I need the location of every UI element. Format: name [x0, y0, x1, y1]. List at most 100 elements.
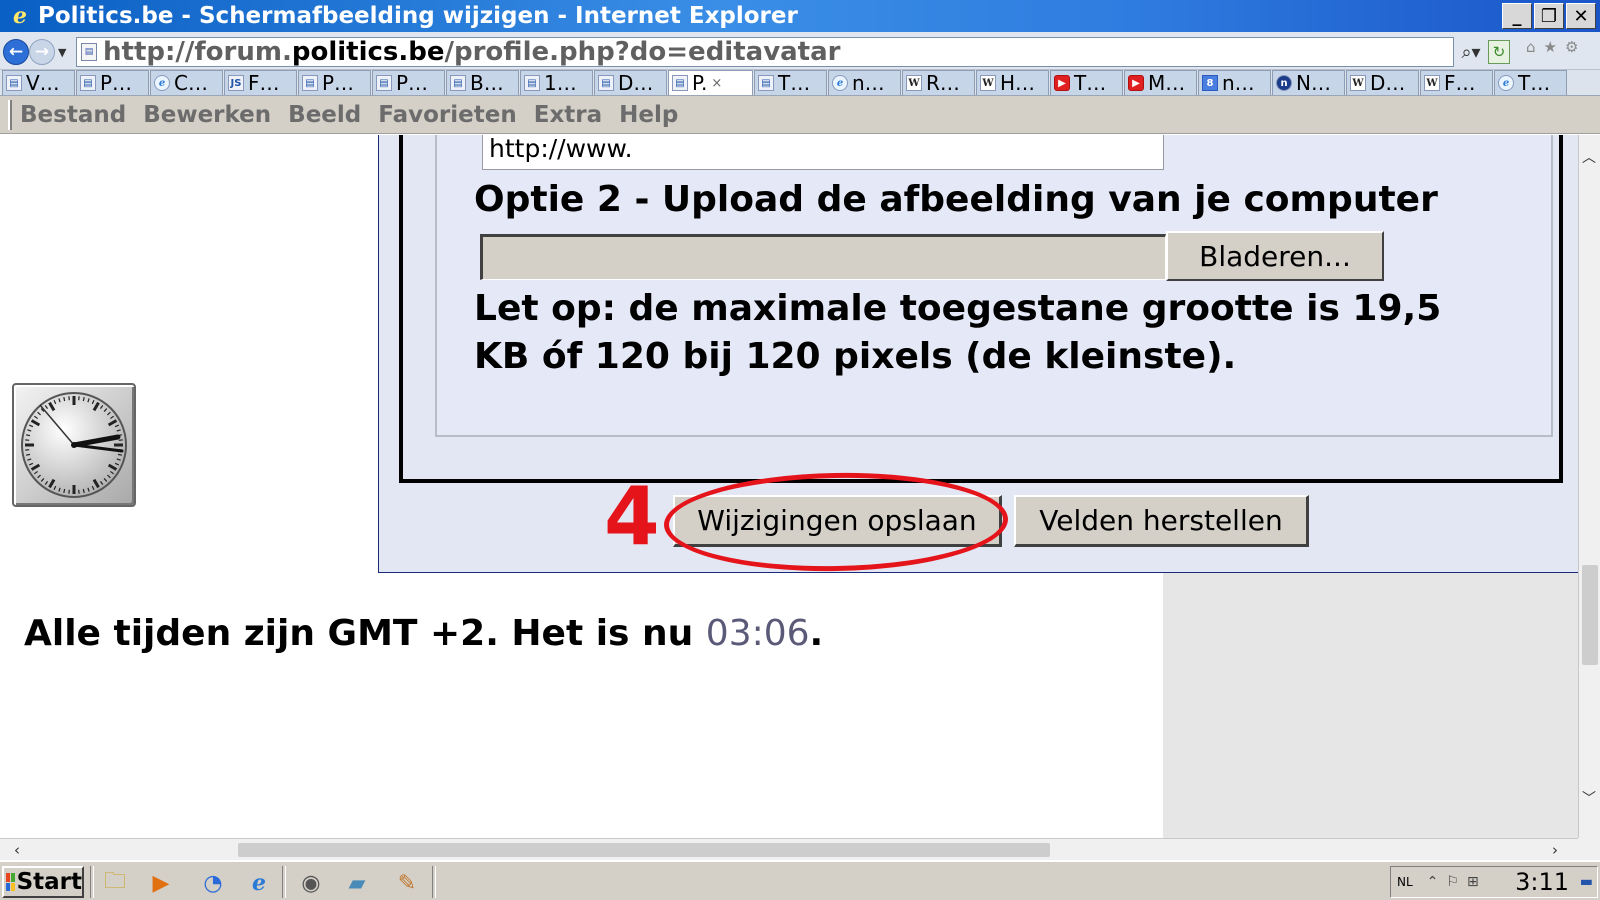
flag-icon[interactable]: ⚐ [1446, 874, 1459, 890]
taskbar-clock[interactable]: 3:11 [1515, 868, 1569, 896]
page-icon: ▤ [672, 75, 688, 91]
tab-label: P… [100, 71, 133, 95]
page-icon: ▤ [758, 75, 774, 91]
tab-17[interactable]: n N… [1272, 70, 1345, 95]
refresh-icon: ↻ [1492, 43, 1506, 61]
back-button[interactable]: ← [3, 39, 29, 65]
tab-11[interactable]: e n… [828, 70, 901, 95]
paint-icon[interactable]: ✎ [392, 868, 422, 898]
tab-5[interactable]: ▤ P… [372, 70, 445, 95]
language-indicator[interactable]: NL [1397, 875, 1413, 889]
timezone-period: . [809, 613, 824, 654]
scroll-down-icon[interactable]: ﹀ [1582, 788, 1596, 808]
minimize-button[interactable]: _ [1502, 3, 1532, 29]
tab-2[interactable]: e C… [150, 70, 223, 95]
tab-12[interactable]: W R… [902, 70, 975, 95]
reset-fields-button[interactable]: Velden herstellen [1014, 495, 1309, 547]
wikipedia-icon: W [980, 75, 996, 91]
tab-16[interactable]: 8 n… [1198, 70, 1271, 95]
tab-19[interactable]: W F… [1420, 70, 1493, 95]
tab-10[interactable]: ▤ T… [754, 70, 827, 95]
clock-tick [82, 396, 85, 402]
menu-bestand[interactable]: Bestand [20, 102, 126, 128]
folder-icon[interactable]: 🗀 [100, 868, 130, 898]
network-icon[interactable]: ◔ [198, 868, 228, 898]
option-2-heading: Optie 2 - Upload de afbeelding van je co… [474, 179, 1438, 220]
webcam-icon[interactable]: ◉ [296, 868, 326, 898]
network-tray-icon[interactable]: ⊞ [1467, 874, 1479, 890]
menu-favorieten[interactable]: Favorieten [378, 102, 516, 128]
start-button[interactable]: Start [2, 866, 84, 898]
taskbar-separator [282, 866, 286, 898]
clock-tick [25, 434, 31, 437]
forward-button[interactable]: → [29, 39, 55, 65]
tab-18[interactable]: W D… [1346, 70, 1419, 95]
vertical-scroll-thumb[interactable] [1582, 565, 1598, 665]
tab-20[interactable]: e T… [1494, 70, 1567, 95]
arrow-right-icon: → [34, 42, 50, 62]
tab-6[interactable]: ▤ B… [446, 70, 519, 95]
window-app-icon[interactable]: ▰ [342, 868, 372, 898]
restore-button[interactable]: ❐ [1534, 3, 1564, 29]
home-icon[interactable]: ⌂ [1526, 38, 1536, 56]
browse-button[interactable]: Bladeren... [1166, 231, 1384, 281]
tab-3[interactable]: JS F… [224, 70, 297, 95]
tab-label: M… [1148, 71, 1186, 95]
tab-13[interactable]: W H… [976, 70, 1049, 95]
close-tab-icon[interactable]: × [711, 76, 722, 91]
tab-label: N… [1296, 71, 1331, 95]
scroll-right-icon[interactable]: › [1552, 841, 1558, 859]
url-field[interactable]: ▤ http://forum. politics.be/profile.php?d… [76, 37, 1454, 67]
tab-1[interactable]: ▤ P… [76, 70, 149, 95]
gear-icon[interactable]: ⚙ [1565, 38, 1578, 56]
show-desktop-icon[interactable]: ▬ [1580, 874, 1593, 890]
arrow-left-icon: ← [8, 42, 24, 62]
search-dropdown-icon[interactable]: ⌕▾ [1458, 37, 1484, 67]
taskbar-separator [432, 866, 436, 898]
scroll-left-icon[interactable]: ‹ [14, 841, 20, 859]
tab-label: T… [1074, 71, 1107, 95]
address-bar: ← → ▼ ▤ http://forum. politics.be/profile… [0, 32, 1600, 70]
horizontal-scroll-thumb[interactable] [238, 843, 1050, 857]
right-column-background [1163, 565, 1578, 838]
tab-label: P. [692, 71, 708, 95]
menu-beeld[interactable]: Beeld [288, 102, 361, 128]
clock-gadget[interactable] [12, 383, 136, 507]
internet-explorer-icon[interactable]: e [244, 868, 274, 898]
tab-8[interactable]: ▤ D… [594, 70, 667, 95]
vertical-scrollbar[interactable]: ︿ ﹀ [1578, 135, 1600, 838]
timezone-text: Alle tijden zijn GMT +2. Het is nu [24, 613, 706, 654]
menu-extra[interactable]: Extra [534, 102, 602, 128]
file-path-input[interactable] [480, 234, 1166, 280]
horizontal-scrollbar[interactable]: ‹ › [0, 838, 1578, 860]
chevron-up-icon[interactable]: ⌃ [1427, 874, 1439, 890]
tab-label: B… [470, 71, 504, 95]
tab-14[interactable]: ▶ T… [1050, 70, 1123, 95]
step-number-annotation: 4 [604, 470, 660, 563]
scroll-up-icon[interactable]: ︿ [1582, 147, 1596, 167]
tab-9[interactable]: ▤ P. × [668, 70, 753, 95]
page-icon: ▤ [376, 75, 392, 91]
clock-face-icon [21, 392, 127, 498]
close-button[interactable]: ✕ [1566, 3, 1596, 29]
avatar-url-input[interactable]: http://www. [482, 135, 1164, 170]
wikipedia-icon: W [906, 75, 922, 91]
history-dropdown-icon[interactable]: ▼ [58, 46, 66, 59]
tab-label: C… [174, 71, 208, 95]
media-player-icon[interactable]: ▶ [146, 868, 176, 898]
menu-bewerken[interactable]: Bewerken [143, 102, 271, 128]
page-icon: ▤ [524, 75, 540, 91]
tab-7[interactable]: ▤ 1… [520, 70, 593, 95]
page-content: http://www. Optie 2 - Upload de afbeeldi… [0, 135, 1578, 838]
favorites-star-icon[interactable]: ★ [1544, 38, 1557, 56]
url-domain: politics.be [291, 37, 445, 67]
n-icon: n [1276, 75, 1292, 91]
menu-help[interactable]: Help [619, 102, 678, 128]
tab-0[interactable]: ▤ V… [2, 70, 75, 95]
windows-logo-icon [6, 873, 15, 891]
tab-4[interactable]: ▤ P… [298, 70, 371, 95]
compatibility-view-button[interactable]: ↻ [1488, 40, 1510, 64]
clock-tick [63, 488, 66, 494]
taskbar: Start 🗀 ▶ ◔ e ◉ ▰ ✎ NL ⌃ ⚐ ⊞ 3:11 ▬ [0, 860, 1600, 900]
tab-15[interactable]: ▶ M… [1124, 70, 1197, 95]
